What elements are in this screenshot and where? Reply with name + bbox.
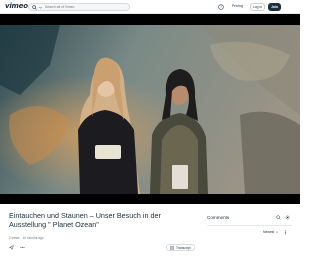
help-icon[interactable]: ? — [218, 3, 224, 10]
video-frame[interactable] — [0, 25, 300, 194]
chevron-down-icon[interactable] — [38, 5, 43, 10]
sort-label: Newest — [263, 230, 275, 234]
vimeo-logo[interactable]: vimeo — [5, 2, 28, 10]
send-icon[interactable] — [9, 245, 14, 250]
video-actions — [9, 245, 25, 250]
login-button[interactable]: Log in — [250, 2, 265, 11]
comments-heading: Comments — [207, 215, 230, 220]
video-meta: 2 views · 10 months ago — [9, 236, 44, 240]
pricing-link[interactable]: Pricing — [232, 4, 243, 8]
comments-sort-dropdown[interactable]: Newest — [263, 230, 279, 234]
transcript-button[interactable]: Transcript — [166, 244, 195, 251]
video-title: Eintauchen und Staunen – Unser Besuch in… — [9, 211, 161, 229]
chevron-down-icon — [276, 231, 279, 233]
join-button[interactable]: Join — [268, 2, 281, 11]
gear-icon[interactable] — [285, 215, 290, 220]
video-still — [0, 25, 300, 194]
search-box[interactable] — [28, 3, 130, 11]
more-icon[interactable] — [20, 245, 25, 250]
top-navigation-bar: vimeo ? Pricing Log in Join — [0, 0, 300, 14]
video-player[interactable] — [0, 14, 300, 204]
transcript-label: Transcript — [176, 245, 191, 250]
search-input[interactable] — [45, 5, 125, 9]
comments-divider — [207, 225, 292, 226]
svg-text:?: ? — [220, 5, 222, 9]
search-icon[interactable] — [276, 215, 281, 220]
transcript-icon — [170, 245, 174, 250]
more-icon[interactable] — [283, 230, 288, 235]
search-icon — [32, 4, 37, 10]
